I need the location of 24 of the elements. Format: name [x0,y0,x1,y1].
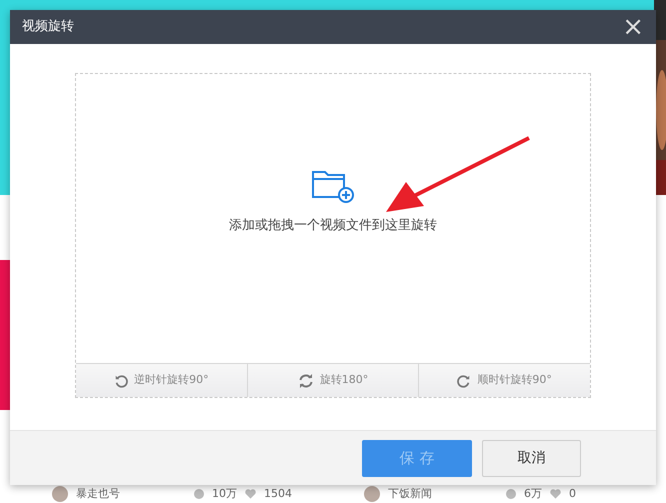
rotate-button[interactable]: 顺时针旋转90° [418,364,590,397]
author-name: 暴走也号 [76,486,121,502]
rotate-button[interactable]: 旋转180° [246,364,418,397]
rotate-right-icon [457,374,472,388]
folder-add-icon [311,170,355,204]
avatar [52,486,68,502]
heart-icon [550,489,561,499]
drop-zone[interactable]: 添加或拖拽一个视频文件到这里旋转 逆时针旋转90° 旋转180° 顺时针旋转90° [75,73,591,398]
drop-hint: 添加或拖拽一个视频文件到这里旋转 [229,217,437,235]
play-count: 6万 [524,486,542,502]
close-button[interactable]: × [622,14,644,40]
avatar [364,486,380,502]
heart-icon [245,489,256,499]
play-icon [194,489,204,499]
rotate-left-icon [114,374,128,388]
window-title: 视频旋转 [22,18,74,36]
rotate-button[interactable]: 逆时针旋转90° [76,364,247,397]
author-name: 下饭新闻 [388,486,433,502]
like-count: 1504 [264,486,292,502]
play-icon [506,489,516,499]
refresh-icon [298,372,314,388]
play-count: 10万 [212,486,237,502]
cancel-button[interactable]: 取消 [482,440,581,476]
like-count: 0 [569,486,576,502]
